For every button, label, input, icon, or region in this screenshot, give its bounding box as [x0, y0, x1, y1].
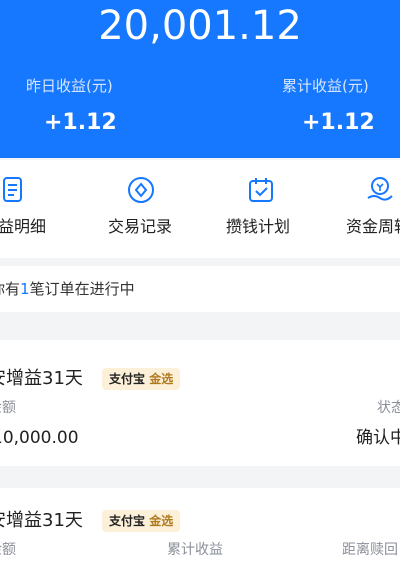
- total-balance: 20,001.12: [98, 3, 302, 49]
- menu-label: 资金周转: [346, 217, 400, 236]
- menu-item-fund-turnover[interactable]: 资金周转: [334, 160, 400, 258]
- menu-item-earnings-detail[interactable]: 收益明细: [0, 160, 88, 258]
- orders-in-progress-text: 你有1笔订单在进行中: [0, 280, 135, 298]
- product-name: 安增益31天: [0, 368, 83, 389]
- yesterday-earnings-value: +1.12: [44, 110, 117, 135]
- diamond-circle-icon: [128, 177, 154, 203]
- cumulative-earnings-value: +1.12: [302, 110, 375, 135]
- yesterday-earnings-label: 昨日收益(元): [26, 77, 113, 95]
- redeem-countdown-label: 距离赎回: [342, 542, 398, 558]
- quick-menu: 收益明细 交易记录 攒钱计划 资金周转: [0, 160, 400, 258]
- product-card[interactable]: 安增益31天 支付宝 金选 金额 10,000.00 状态 确认中: [0, 340, 400, 466]
- product-name: 安增益31天: [0, 510, 83, 531]
- order-count: 1: [20, 280, 30, 298]
- balance-header: 20,001.12 昨日收益(元) +1.12 累计收益(元) +1.12: [0, 0, 400, 158]
- alipay-select-badge: 支付宝 金选: [102, 368, 181, 390]
- document-icon: [3, 177, 22, 202]
- cumulative-earnings-label: 累计收益(元): [282, 77, 369, 95]
- calendar-check-icon: [249, 178, 273, 202]
- menu-label: 交易记录: [108, 217, 173, 236]
- alipay-select-badge: 支付宝 金选: [102, 510, 181, 532]
- amount-label: 金额: [0, 400, 16, 416]
- menu-label: 收益明细: [0, 217, 47, 236]
- amount-value: 10,000.00: [0, 428, 79, 448]
- menu-item-savings-plan[interactable]: 攒钱计划: [214, 160, 314, 258]
- product-card[interactable]: 安增益31天 支付宝 金选 金额 累计收益 距离赎回: [0, 488, 400, 566]
- orders-in-progress-bar[interactable]: 你有1笔订单在进行中: [0, 266, 400, 312]
- status-label: 状态: [377, 400, 400, 416]
- status-value: 确认中: [356, 428, 400, 448]
- amount-label: 金额: [0, 542, 16, 558]
- menu-label: 攒钱计划: [226, 217, 291, 236]
- menu-item-transactions[interactable]: 交易记录: [94, 160, 194, 258]
- coin-hand-icon: [367, 177, 393, 201]
- cumulative-earnings-label: 累计收益: [167, 542, 223, 558]
